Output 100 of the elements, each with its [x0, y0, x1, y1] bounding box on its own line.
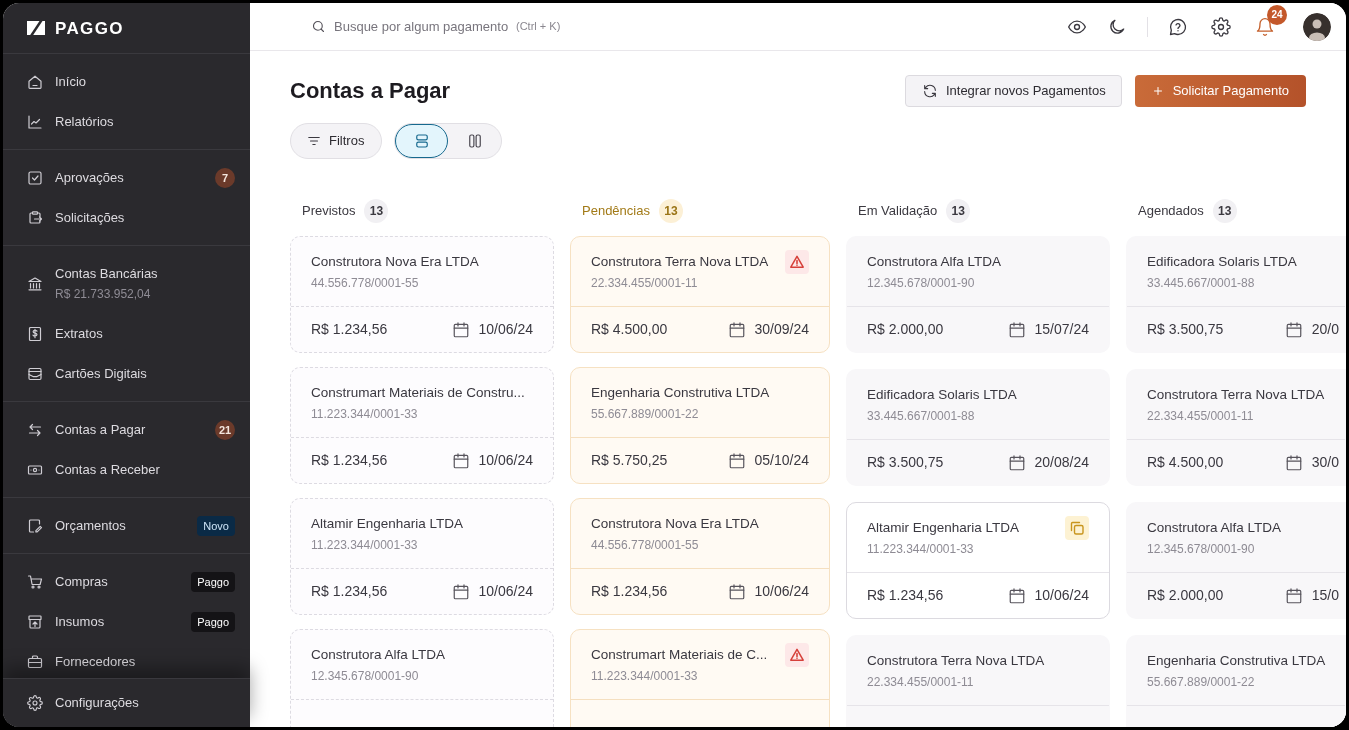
- company-name: Engenharia Construtiva LTDA: [591, 384, 770, 402]
- count-badge: 13: [946, 199, 971, 223]
- calendar-icon: [451, 582, 470, 601]
- help-icon[interactable]: [1168, 16, 1188, 37]
- archive-icon: [27, 614, 43, 630]
- payment-card[interactable]: Edificadora Solaris LTDA 33.445.667/0001-88 R$ 3.500,75 20/0: [1126, 236, 1346, 353]
- calendar-icon: [727, 451, 746, 470]
- sidebar-item[interactable]: Configurações: [27, 695, 139, 711]
- due-date: 20/0: [1311, 320, 1339, 339]
- sidebar-item[interactable]: Contas a Pagar: [27, 422, 146, 438]
- bell-icon[interactable]: [1255, 16, 1275, 37]
- warning-icon[interactable]: [785, 250, 809, 274]
- sidebar-item[interactable]: Fornecedores: [27, 654, 136, 670]
- avatar[interactable]: [1303, 12, 1331, 41]
- secondary-button[interactable]: Integrar novos Pagamentos: [904, 75, 1122, 107]
- search-field[interactable]: Busque por algum pagamento: [334, 16, 514, 37]
- company-name: Altamir Engenharia LTDA: [311, 515, 464, 533]
- sidebar-item[interactable]: Contas Bancárias R$ 21.733.952,04: [27, 266, 158, 302]
- copy-icon[interactable]: [1065, 516, 1089, 540]
- calendar-icon: [1007, 320, 1026, 339]
- tax-id: 11.223.344/0001-33: [311, 537, 419, 553]
- primary-button[interactable]: Solicitar Pagamento: [1134, 75, 1306, 107]
- due-date: 10/06/24: [478, 320, 533, 339]
- column-title: Previstos: [302, 202, 356, 221]
- view-mode-tab[interactable]: [395, 124, 449, 158]
- dollar-document-icon: [27, 326, 43, 342]
- sidebar-item[interactable]: Relatórios: [27, 114, 114, 130]
- warning-icon[interactable]: [785, 643, 809, 667]
- line-chart-icon: [27, 114, 43, 130]
- brand-tag: Paggo: [191, 572, 235, 592]
- amount: R$ 4.500,00: [1147, 453, 1224, 472]
- amount: R$ 1.234,56: [311, 582, 388, 601]
- tax-id: 11.223.344/0001-33: [311, 406, 419, 422]
- calendar-icon: [1007, 586, 1026, 605]
- count-badge: 13: [364, 199, 389, 223]
- count-badge: 7: [215, 168, 235, 188]
- due-date: 10/06/24: [754, 582, 809, 601]
- settings-icon[interactable]: [1211, 16, 1231, 37]
- amount: R$ 2.000,00: [867, 320, 944, 339]
- company-name: Construmart Materiais de Constru...: [311, 384, 525, 402]
- logo-text: PAGGO: [55, 19, 124, 37]
- checkbox-icon: [27, 170, 43, 186]
- due-date: 15/07/24: [1034, 320, 1089, 339]
- sidebar-item[interactable]: Aprovações: [27, 170, 124, 186]
- company-name: Construtora Terra Nova LTDA: [1147, 386, 1325, 404]
- sidebar-item[interactable]: Extratos: [27, 326, 103, 342]
- payment-card[interactable]: Construtora Nova Era LTDA 44.556.778/0001-55 R$ 1.234,56 10/06/24: [290, 236, 554, 353]
- due-date: 10/06/24: [478, 451, 533, 470]
- payment-card[interactable]: Construtora Alfa LTDA 12.345.678/0001-90 R$ 2.000,00 15/0: [1126, 502, 1346, 619]
- briefcase-icon: [27, 654, 43, 670]
- tax-id: 33.445.667/0001-88: [1147, 275, 1256, 291]
- sidebar-item[interactable]: Contas a Receber: [27, 462, 160, 478]
- column-title: Agendados: [1138, 202, 1204, 221]
- due-date: 15/0: [1311, 586, 1339, 605]
- arrows-icon: [27, 422, 43, 438]
- sidebar-item[interactable]: Orçamentos: [27, 518, 126, 534]
- payment-card[interactable]: Altamir Engenharia LTDA 11.223.344/0001-33 R$ 1.234,56 10/06/24: [846, 502, 1110, 619]
- bank-icon: [27, 276, 43, 292]
- filter-button[interactable]: Filtros: [290, 123, 383, 159]
- payment-card[interactable]: Construtora Alfa LTDA 12.345.678/0001-90: [290, 629, 554, 727]
- payment-card[interactable]: Construtora Nova Era LTDA 44.556.778/0001-55 R$ 1.234,56 10/06/24: [570, 498, 830, 615]
- amount: R$ 1.234,56: [311, 320, 388, 339]
- brand-tag: Paggo: [191, 612, 235, 632]
- payment-card[interactable]: Altamir Engenharia LTDA 11.223.344/0001-33 R$ 1.234,56 10/06/24: [290, 498, 554, 615]
- payment-card[interactable]: Construtora Alfa LTDA 12.345.678/0001-90 R$ 2.000,00 15/07/24: [846, 236, 1110, 353]
- sidebar-item[interactable]: Solicitações: [27, 210, 125, 226]
- sidebar-item[interactable]: Cartões Digitais: [27, 366, 147, 382]
- payment-card[interactable]: Engenharia Construtiva LTDA 55.667.889/0001-22: [1126, 635, 1346, 727]
- tax-id: 55.667.889/0001-22: [1147, 674, 1256, 690]
- sidebar-item[interactable]: Compras: [27, 574, 108, 590]
- due-date: 20/08/24: [1034, 453, 1089, 472]
- amount: R$ 5.750,25: [591, 451, 668, 470]
- payment-card[interactable]: Edificadora Solaris LTDA 33.445.667/0001-88 R$ 3.500,75 20/08/24: [846, 369, 1110, 486]
- tray-icon: [27, 366, 43, 382]
- calendar-icon: [727, 582, 746, 601]
- payment-card[interactable]: Engenharia Construtiva LTDA 55.667.889/0001-22 R$ 5.750,25 05/10/24: [570, 367, 830, 484]
- tax-id: 55.667.889/0001-22: [591, 406, 700, 422]
- tax-id: 12.345.678/0001-90: [867, 275, 976, 291]
- logo-icon: [27, 21, 45, 35]
- company-name: Construtora Alfa LTDA: [1147, 519, 1282, 537]
- amount: R$ 1.234,56: [591, 582, 668, 601]
- sidebar-item[interactable]: Insumos: [27, 614, 105, 630]
- payment-card[interactable]: Construmart Materiais de C... 11.223.344/0001-33: [570, 629, 830, 727]
- amount: R$ 1.234,56: [867, 586, 944, 605]
- company-name: Altamir Engenharia LTDA: [867, 519, 1020, 537]
- payment-card[interactable]: Construtora Terra Nova LTDA 22.334.455/0001-11 R$ 4.500,00 30/09/24: [570, 236, 830, 353]
- payment-card[interactable]: Construtora Terra Nova LTDA 22.334.455/0001-11 R$ 4.500,00 30/0: [1126, 369, 1346, 486]
- cart-icon: [27, 574, 43, 590]
- amount: R$ 3.500,75: [1147, 320, 1224, 339]
- company-name: Edificadora Solaris LTDA: [867, 386, 1017, 404]
- payment-card[interactable]: Construmart Materiais de Constru... 11.223.344/0001-33 R$ 1.234,56 10/06/24: [290, 367, 554, 484]
- home-icon: [27, 74, 43, 90]
- banknote-icon: [27, 462, 43, 478]
- amount: R$ 2.000,00: [1147, 586, 1224, 605]
- plus-icon: [1151, 85, 1164, 97]
- company-name: Edificadora Solaris LTDA: [1147, 253, 1297, 271]
- notification-badge: 24: [1267, 4, 1287, 25]
- due-date: 30/09/24: [754, 320, 809, 339]
- sidebar-item[interactable]: Início: [27, 74, 87, 90]
- payment-card[interactable]: Construtora Terra Nova LTDA 22.334.455/0001-11: [846, 635, 1110, 727]
